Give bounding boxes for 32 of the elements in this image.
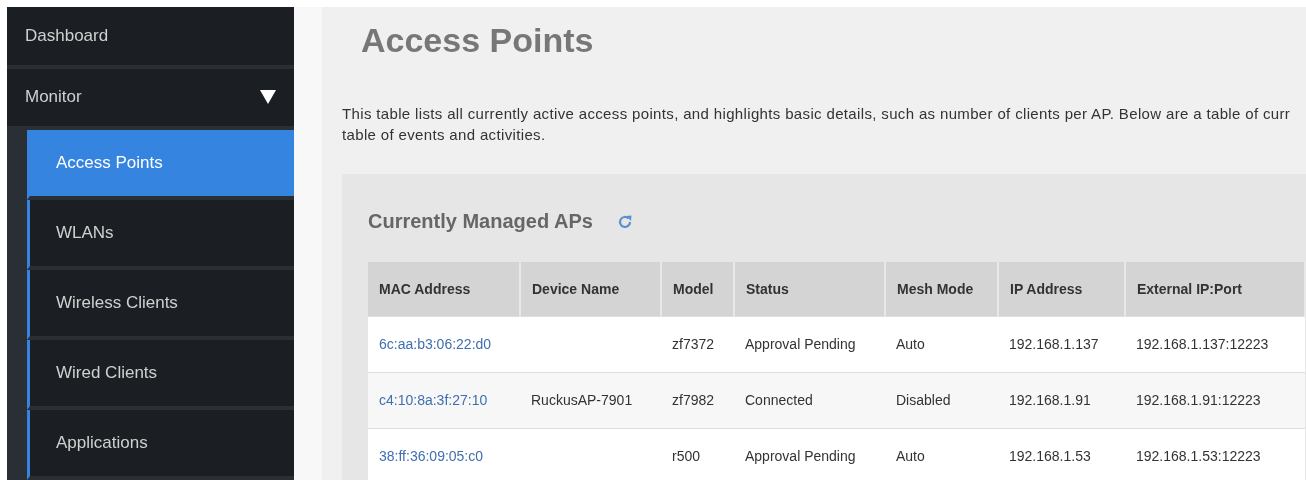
table-cell: 192.168.1.53: [1009, 448, 1091, 465]
table-cell: RuckusAP-7901: [531, 392, 633, 408]
table-cell: Disabled: [896, 392, 951, 408]
table-cell: Approval Pending: [745, 448, 856, 465]
table-cell: 192.168.1.137: [1009, 336, 1099, 352]
sidebar-item[interactable]: WLANs: [27, 200, 294, 270]
table-cell: Connected: [745, 392, 813, 408]
table-cell: 192.168.1.53:12223: [1136, 448, 1261, 465]
table-cell: 192.168.1.91:12223: [1136, 392, 1261, 408]
sidebar-item[interactable]: Wireless Clients: [27, 270, 294, 340]
table-cell: zf7982: [672, 392, 715, 408]
refresh-icon[interactable]: [616, 213, 633, 230]
sidebar-item[interactable]: Access Points: [27, 130, 294, 200]
column-header[interactable]: Model: [661, 262, 734, 316]
table-cell: Auto: [896, 336, 925, 352]
column-header[interactable]: IP Address: [998, 262, 1125, 316]
page-description: This table lists all currently active access points, and highlights basic details, such as number of clients per AP. Below are a table of curr table of events and activities.: [342, 104, 1292, 145]
table-cell: 192.168.1.91: [1009, 392, 1091, 408]
table-cell: zf7372: [672, 336, 715, 352]
column-header[interactable]: Status: [734, 262, 885, 316]
column-header[interactable]: Device Name: [520, 262, 661, 316]
column-header[interactable]: Mesh Mode: [885, 262, 998, 316]
table-cell: r500: [672, 448, 701, 465]
panel-title: Currently Managed APs: [368, 210, 593, 233]
table-cell: Auto: [896, 448, 925, 465]
page-title: Access Points: [361, 21, 595, 60]
sidebar-item[interactable]: Applications: [27, 410, 294, 480]
column-header[interactable]: External IP:Port: [1125, 262, 1305, 316]
table-cell: Approval Pending: [745, 336, 856, 352]
column-header[interactable]: MAC Address: [368, 262, 520, 316]
table-cell: 192.168.1.137:12223: [1136, 336, 1269, 352]
sidebar-item[interactable]: Wired Clients: [27, 340, 294, 410]
